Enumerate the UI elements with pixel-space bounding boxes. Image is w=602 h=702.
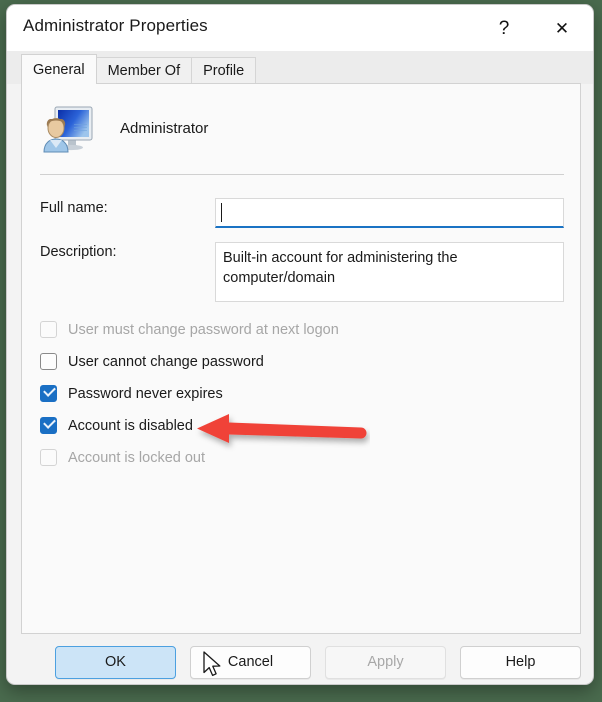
tab-profile-label: Profile [203, 63, 245, 79]
header-divider [40, 174, 564, 175]
dialog-button-bar: OK Cancel Apply Help [21, 645, 581, 679]
ok-button[interactable]: OK [55, 645, 176, 679]
tab-general-label: General [33, 61, 85, 78]
cancel-button[interactable]: Cancel [190, 645, 311, 679]
checkbox-label: Password never expires [68, 385, 223, 402]
question-mark-icon: ? [498, 17, 510, 39]
checkbox-user-cannot-change-password[interactable]: User cannot change password [40, 351, 520, 372]
tab-general[interactable]: General [21, 54, 97, 84]
ok-button-label: OK [105, 654, 126, 670]
account-options-list: User must change password at next logon … [40, 319, 520, 479]
account-name-label: Administrator [120, 119, 209, 137]
checkbox-label: Account is locked out [68, 449, 206, 466]
checkbox-label: User cannot change password [68, 353, 264, 370]
full-name-row: Full name: [40, 198, 564, 230]
apply-button-label: Apply [367, 654, 404, 670]
checkbox-label: User must change password at next logon [68, 321, 339, 338]
cancel-button-label: Cancel [227, 654, 274, 670]
account-header: Administrator [40, 102, 208, 154]
help-button-label: Help [505, 654, 536, 670]
tab-member-of-label: Member Of [107, 63, 181, 79]
properties-dialog: Administrator Properties ? ✕ General Mem… [6, 4, 594, 685]
tab-list: General Member Of Profile [21, 54, 257, 84]
full-name-input[interactable] [215, 198, 564, 228]
apply-button[interactable]: Apply [325, 645, 446, 679]
description-row: Description: [40, 242, 564, 304]
description-label: Description: [40, 244, 117, 260]
checkbox-box-icon [40, 416, 57, 434]
close-icon: ✕ [554, 18, 570, 38]
window-title: Administrator Properties [23, 16, 208, 35]
checkbox-box-icon [40, 353, 57, 370]
checkbox-password-never-expires[interactable]: Password never expires [40, 383, 520, 404]
checkbox-box-icon [40, 449, 57, 466]
full-name-label: Full name: [40, 200, 108, 216]
checkbox-account-is-locked-out[interactable]: Account is locked out [40, 447, 520, 468]
text-caret [221, 203, 222, 222]
general-tab-panel: Administrator Full name: Description: Us… [21, 83, 581, 634]
checkmark-icon [43, 416, 56, 429]
user-account-icon [40, 102, 94, 154]
close-button[interactable]: ✕ [539, 5, 585, 51]
tab-strip: General Member Of Profile [7, 51, 593, 84]
help-text-button[interactable]: Help [460, 645, 581, 679]
checkmark-icon [43, 384, 56, 397]
checkbox-box-icon [40, 321, 57, 338]
checkbox-label: Account is disabled [68, 417, 193, 434]
checkbox-box-icon [40, 384, 57, 402]
help-button[interactable]: ? [481, 5, 527, 51]
tab-profile[interactable]: Profile [191, 57, 257, 84]
description-input[interactable] [215, 242, 564, 302]
tab-member-of[interactable]: Member Of [95, 57, 193, 84]
checkbox-account-is-disabled[interactable]: Account is disabled [40, 415, 520, 436]
title-bar: Administrator Properties ? ✕ [7, 5, 593, 51]
checkbox-user-must-change-password[interactable]: User must change password at next logon [40, 319, 520, 340]
